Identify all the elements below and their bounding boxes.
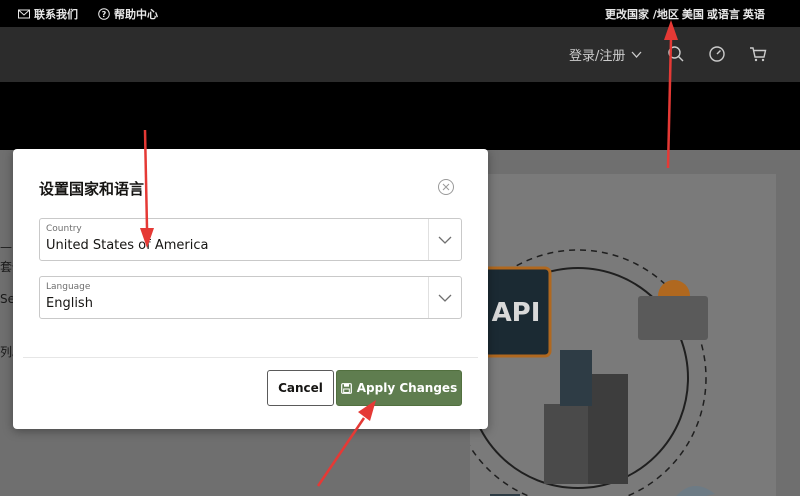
contact-us-label: 联系我们 — [34, 7, 78, 21]
select-divider — [428, 219, 429, 260]
chevron-down-icon — [438, 294, 452, 302]
main-navbar: 登录/注册 — [0, 27, 800, 82]
search-icon[interactable] — [667, 45, 685, 63]
chevron-down-icon — [631, 51, 642, 58]
cancel-button-label: Cancel — [278, 381, 323, 395]
country-language-dialog: 设置国家和语言 Country United States of America… — [13, 149, 488, 429]
chevron-down-icon — [438, 236, 452, 244]
apply-changes-button[interactable]: Apply Changes — [336, 370, 462, 406]
illustration-card: API — [449, 174, 776, 496]
cancel-button[interactable]: Cancel — [267, 370, 334, 406]
language-select[interactable]: Language English — [39, 276, 462, 319]
help-center-label: 帮助中心 — [114, 7, 158, 21]
dashboard-gauge-icon[interactable] — [708, 45, 726, 63]
save-icon — [340, 382, 352, 394]
dialog-title: 设置国家和语言 — [39, 180, 145, 198]
language-value: 英语 — [742, 7, 765, 21]
close-icon[interactable] — [437, 178, 455, 196]
change-region-link[interactable]: 更改国家 /地区 美国 或语言 英语 — [605, 0, 765, 27]
login-register-menu[interactable]: 登录/注册 — [569, 27, 642, 82]
top-utility-bar: 联系我们 ? 帮助中心 更改国家 /地区 美国 或语言 英语 — [0, 0, 800, 27]
select-divider — [428, 277, 429, 318]
country-value: United States of America — [46, 238, 209, 253]
api-text: API — [492, 298, 541, 328]
country-label: Country — [46, 224, 82, 234]
svg-text:?: ? — [102, 10, 107, 19]
country-select[interactable]: Country United States of America — [39, 218, 462, 261]
language-label: Language — [46, 282, 91, 292]
contact-us-link[interactable]: 联系我们 — [18, 0, 78, 27]
language-prefix: 或语言 — [706, 7, 740, 21]
help-center-link[interactable]: ? 帮助中心 — [98, 0, 158, 27]
page-text-fragment: — — [0, 240, 12, 254]
apply-button-label: Apply Changes — [356, 381, 458, 395]
cart-icon[interactable] — [749, 45, 767, 63]
hero-band — [0, 82, 800, 150]
login-label: 登录/注册 — [569, 49, 626, 64]
language-value: English — [46, 296, 93, 311]
dialog-divider — [23, 357, 478, 358]
mail-icon — [18, 9, 30, 18]
help-icon: ? — [98, 7, 110, 20]
region-value: 美国 — [681, 7, 704, 21]
region-prefix: 更改国家 /地区 — [605, 7, 679, 21]
api-illustration: API — [449, 249, 715, 496]
